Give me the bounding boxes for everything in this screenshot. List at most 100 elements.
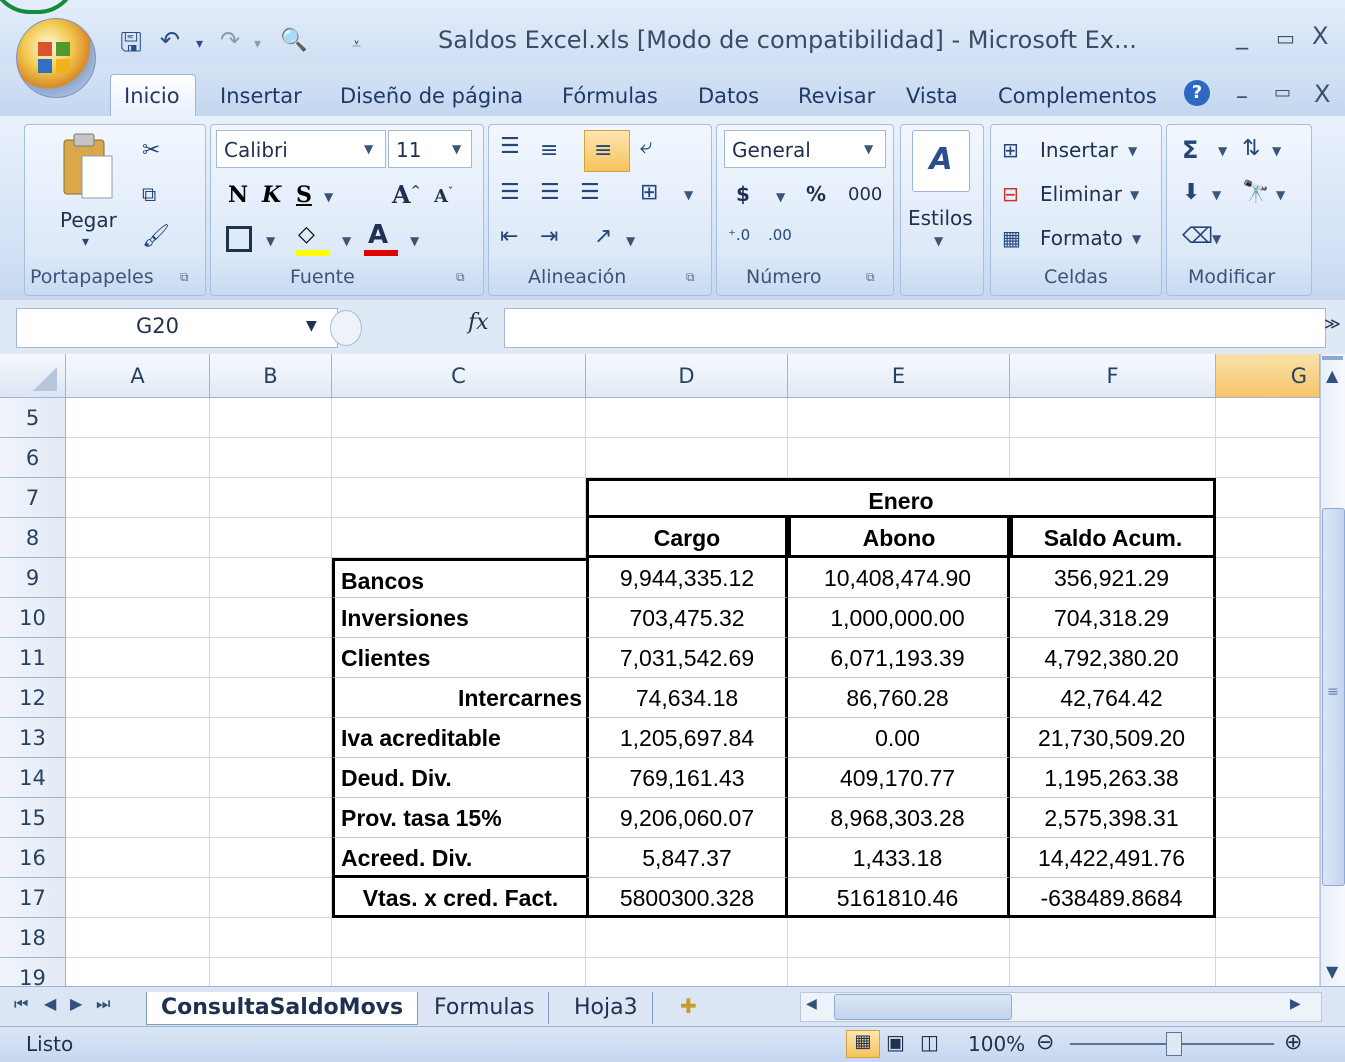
row-label[interactable]: Deud. Div. [332,758,586,798]
doc-minimize-button[interactable]: – [1236,82,1248,110]
grid-cell[interactable] [1216,438,1320,478]
wrap-text-icon[interactable]: ⤶ [640,134,652,159]
paste-label[interactable]: Pegar [60,208,117,232]
number-format-dropdown-icon[interactable]: ▼ [864,142,873,156]
cargo-value[interactable]: 5800300.328 [586,878,788,918]
decrease-indent-icon[interactable]: ⇤ [500,224,518,249]
column-header-c[interactable]: C [332,354,586,398]
month-header[interactable]: Enero [586,478,1216,518]
format-cells-label[interactable]: Formato [1040,226,1123,250]
row-header[interactable]: 16 [0,838,66,878]
sort-filter-icon[interactable]: ⇅ [1242,136,1260,161]
grid-cell[interactable] [332,918,586,958]
help-icon[interactable]: ? [1184,80,1210,106]
saldo-value[interactable]: -638489.8684 [1010,878,1216,918]
grid-cell[interactable] [210,518,332,558]
grid-cell[interactable] [66,398,210,438]
currency-dropdown-icon[interactable]: ▼ [776,190,785,204]
undo-icon[interactable]: ↶ [160,26,180,54]
insert-sheet-icon[interactable]: ✚ [680,994,697,1018]
cargo-value[interactable]: 74,634.18 [586,678,788,718]
grid-cell[interactable] [1216,878,1320,918]
paste-icon[interactable] [60,132,116,206]
grid-cell[interactable] [66,918,210,958]
grid-cell[interactable] [66,718,210,758]
row-header[interactable]: 9 [0,558,66,598]
abono-value[interactable]: 10,408,474.90 [788,558,1010,598]
grid-cell[interactable] [210,638,332,678]
grid-cell[interactable] [210,878,332,918]
grid-cell[interactable] [332,958,586,986]
close-button[interactable]: X [1312,22,1328,50]
column-header-f[interactable]: F [1010,354,1216,398]
next-sheet-icon[interactable]: ▶ [70,994,82,1013]
saldo-value[interactable]: 2,575,398.31 [1010,798,1216,838]
grid-cell[interactable] [586,398,788,438]
increase-font-icon[interactable]: A^ [392,180,421,209]
grid-cell[interactable] [66,678,210,718]
cargo-value[interactable]: 9,944,335.12 [586,558,788,598]
print-preview-icon[interactable]: 🔍 [280,28,307,53]
expand-formula-bar-icon[interactable]: ≫ [1324,314,1341,333]
bold-button[interactable]: N [228,182,248,208]
fill-color-icon[interactable]: ◇ [298,222,315,247]
save-icon[interactable]: 🖫 [120,24,142,68]
find-select-icon[interactable]: 🔭 [1242,180,1269,205]
grid-cell[interactable] [788,918,1010,958]
row-header[interactable]: 11 [0,638,66,678]
row-header[interactable]: 15 [0,798,66,838]
zoom-level[interactable]: 100% [968,1032,1025,1056]
grid-cell[interactable] [210,958,332,986]
abono-value[interactable]: 1,000,000.00 [788,598,1010,638]
thousands-button[interactable]: 000 [848,184,882,205]
font-color-dropdown-icon[interactable]: ▼ [410,234,419,248]
styles-button-label[interactable]: Estilos [908,206,973,230]
cut-icon[interactable]: ✂ [142,138,160,163]
grid-cell[interactable] [1216,598,1320,638]
cargo-value[interactable]: 703,475.32 [586,598,788,638]
redo-icon[interactable]: ↷ [220,26,240,54]
grid-cell[interactable] [332,398,586,438]
row-header[interactable]: 19 [0,958,66,986]
saldo-value[interactable]: 14,422,491.76 [1010,838,1216,878]
name-box-dropdown-icon[interactable]: ▼ [306,318,317,334]
tab-inicio[interactable]: Inicio [124,84,180,108]
scroll-down-icon[interactable]: ▼ [1326,962,1338,981]
grid-cell[interactable] [586,958,788,986]
sheet-tab-formulas[interactable]: Formulas [420,992,550,1024]
tab-revisar[interactable]: Revisar [798,84,875,108]
grid-cell[interactable] [210,798,332,838]
cargo-value[interactable]: 1,205,697.84 [586,718,788,758]
grid-cell[interactable] [1216,958,1320,986]
tab-datos[interactable]: Datos [698,84,759,108]
merge-center-icon[interactable]: ⊞ [640,180,658,205]
grid-cell[interactable] [332,478,586,518]
borders-dropdown-icon[interactable]: ▼ [266,234,275,248]
sort-filter-dropdown-icon[interactable]: ▼ [1272,144,1281,158]
last-sheet-icon[interactable]: ⏭ [96,994,110,1014]
column-header-b[interactable]: B [210,354,332,398]
font-name-dropdown-icon[interactable]: ▼ [364,142,373,156]
grid-cell[interactable] [66,958,210,986]
zoom-slider-thumb[interactable] [1166,1032,1182,1056]
column-header-e[interactable]: E [788,354,1010,398]
grid-cell[interactable] [788,398,1010,438]
abono-value[interactable]: 86,760.28 [788,678,1010,718]
grid-cell[interactable] [210,598,332,638]
row-header[interactable]: 14 [0,758,66,798]
paste-dropdown-icon[interactable]: ▾ [82,234,89,250]
underline-button[interactable]: S [296,182,312,208]
font-size-dropdown-icon[interactable]: ▼ [452,142,461,156]
row-header[interactable]: 6 [0,438,66,478]
row-label[interactable]: Vtas. x cred. Fact. [332,878,586,918]
column-header-a[interactable]: A [66,354,210,398]
doc-close-button[interactable]: X [1314,80,1330,108]
cargo-value[interactable]: 769,161.43 [586,758,788,798]
row-header[interactable]: 5 [0,398,66,438]
autosum-icon[interactable]: Σ [1182,136,1198,164]
abono-value[interactable]: 1,433.18 [788,838,1010,878]
scroll-right-icon[interactable]: ▶ [1290,996,1301,1012]
font-launcher-icon[interactable]: ⧉ [456,270,465,285]
find-select-dropdown-icon[interactable]: ▼ [1276,188,1285,202]
row-header[interactable]: 13 [0,718,66,758]
